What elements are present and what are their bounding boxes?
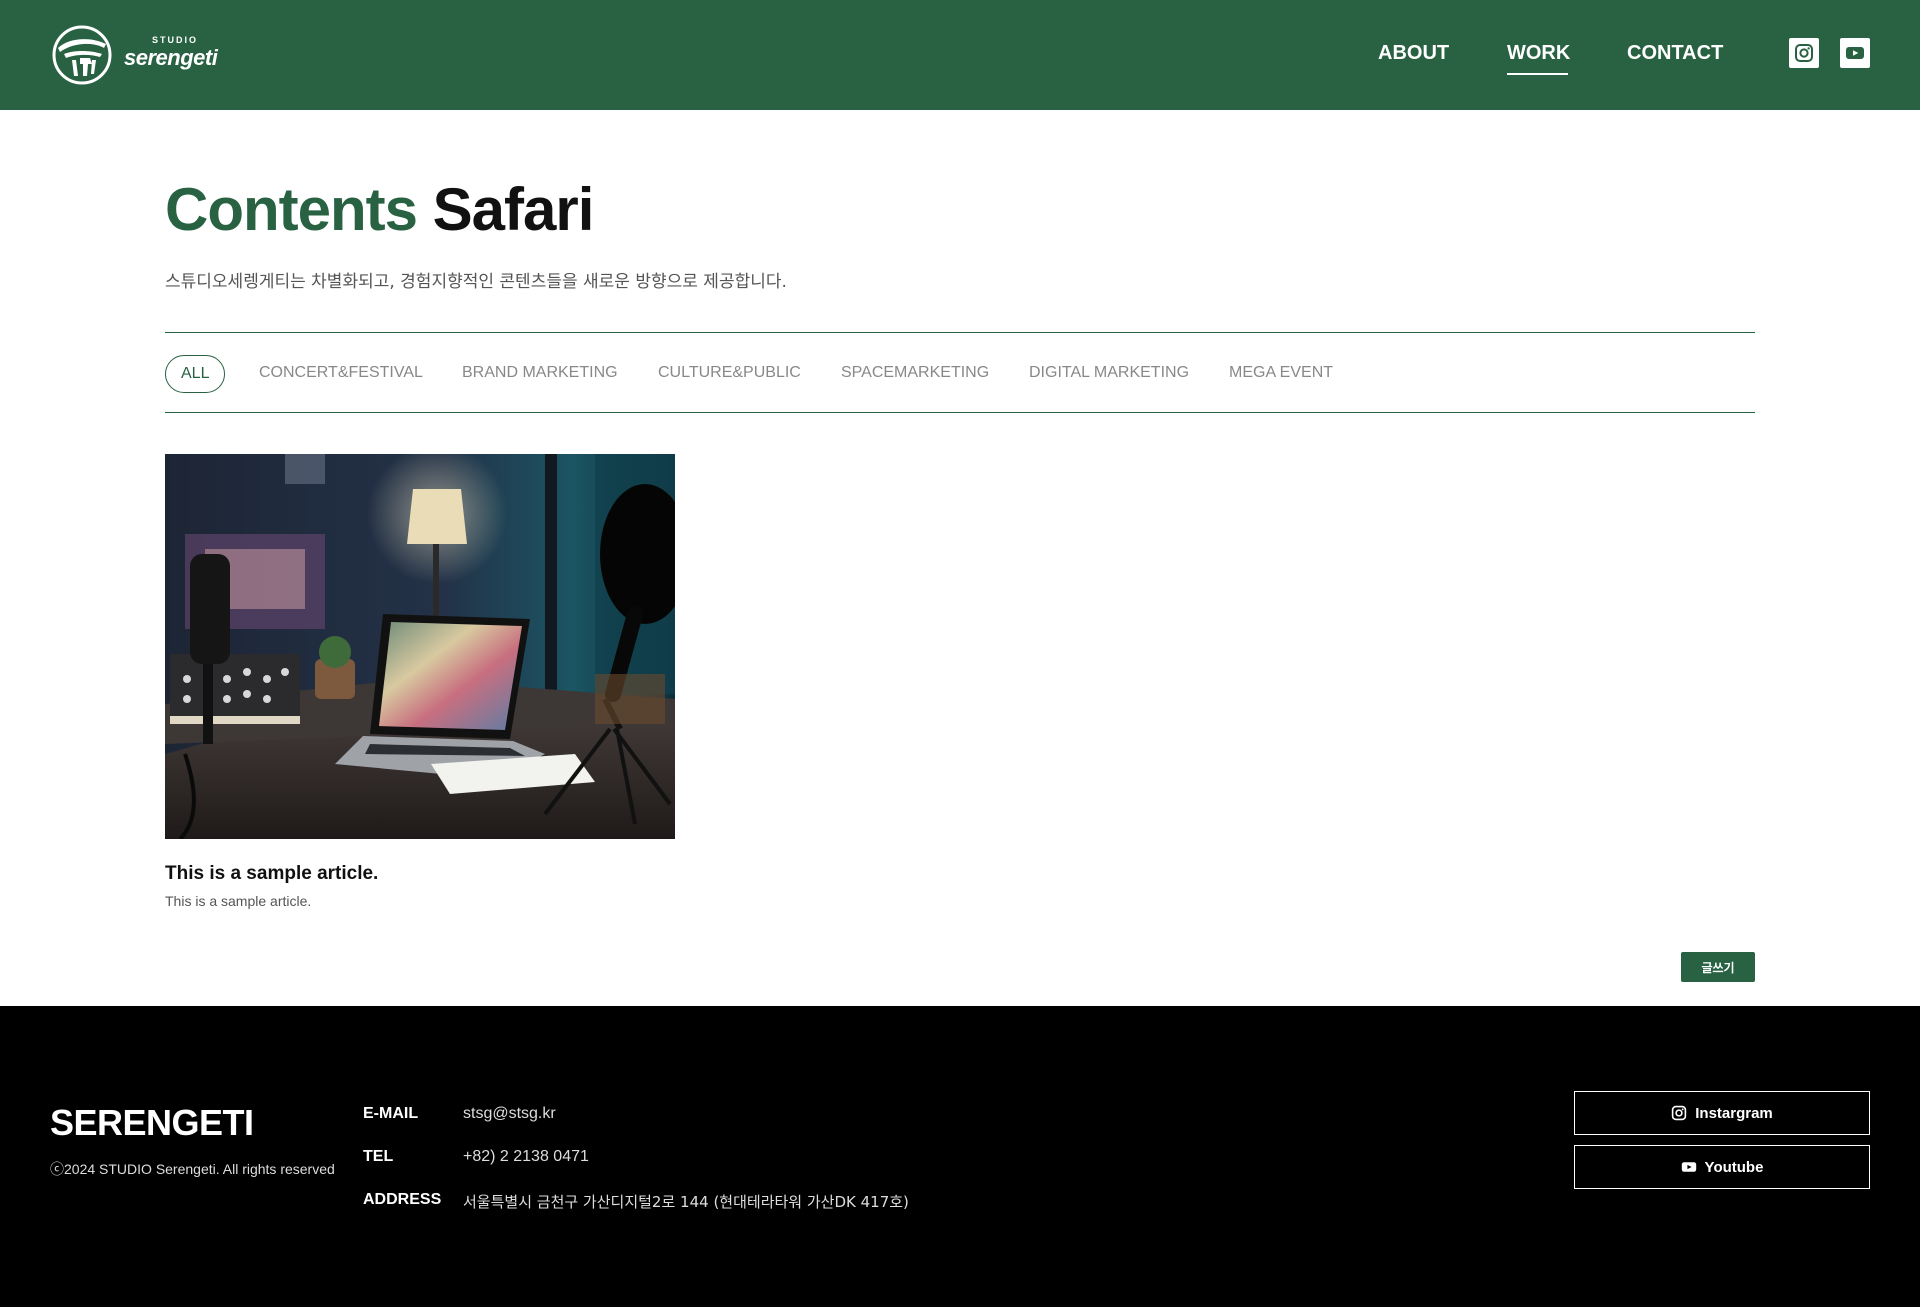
nav-about[interactable]: ABOUT [1378, 42, 1449, 65]
site-footer: SERENGETI ⓒ2024 STUDIO Serengeti. All ri… [0, 1006, 1920, 1307]
header-youtube-link[interactable] [1840, 38, 1870, 68]
filter-divider-top [165, 332, 1755, 333]
footer-email-value[interactable]: stsg@stsg.kr [463, 1105, 556, 1123]
footer-instagram-label: Instargram [1695, 1104, 1773, 1122]
instagram-icon [1672, 1105, 1687, 1121]
logo-name-text: serengeti [124, 45, 218, 70]
nav-active-underline [1507, 73, 1568, 75]
article-description: This is a sample article. [165, 893, 312, 909]
site-header: STUDIO serengeti ABOUT WORK CONTACT [0, 0, 1920, 110]
footer-tel-label: TEL [363, 1148, 394, 1165]
footer-youtube-label: Youtube [1704, 1158, 1764, 1176]
footer-email-label: E-MAIL [363, 1105, 419, 1122]
page-title-part2: Safari [432, 176, 595, 243]
filter-divider-bottom [165, 412, 1755, 413]
youtube-icon [1681, 1162, 1696, 1172]
youtube-icon [1846, 47, 1864, 59]
instagram-icon [1795, 44, 1813, 62]
filter-digital-marketing[interactable]: DIGITAL MARKETING [1029, 355, 1189, 393]
filter-concert-festival[interactable]: CONCERT&FESTIVAL [259, 355, 423, 393]
footer-address-label: ADDRESS [363, 1191, 442, 1208]
page-title: Contents Safari [165, 175, 595, 244]
filter-spacemarketing[interactable]: SPACEMARKETING [841, 355, 989, 393]
serengeti-logo-icon [52, 25, 112, 85]
write-post-button[interactable]: 글쓰기 [1681, 952, 1755, 982]
footer-instagram-button[interactable]: Instargram [1574, 1091, 1870, 1135]
footer-brand: SERENGETI [50, 1102, 254, 1143]
filter-mega-event[interactable]: MEGA EVENT [1229, 355, 1333, 393]
footer-copyright: ⓒ2024 STUDIO Serengeti. All rights reser… [50, 1161, 335, 1177]
footer-tel-value: +82) 2 2138 0471 [463, 1148, 589, 1165]
footer-address-value: 서울특별시 금천구 가산디지털2로 144 (현대테라타워 가산DK 417호) [463, 1193, 909, 1211]
nav-contact[interactable]: CONTACT [1627, 42, 1723, 65]
logo-text: STUDIO serengeti [124, 35, 234, 75]
article-title[interactable]: This is a sample article. [165, 863, 378, 885]
footer-youtube-button[interactable]: Youtube [1574, 1145, 1870, 1189]
page-subtitle: 스튜디오세렝게티는 차별화되고, 경험지향적인 콘텐츠들을 새로운 방향으로 제… [165, 272, 787, 292]
article-thumbnail [165, 454, 675, 839]
filter-brand-marketing[interactable]: BRAND MARKETING [462, 355, 618, 393]
header-instagram-link[interactable] [1789, 38, 1819, 68]
article-card[interactable]: This is a sample article. This is a samp… [165, 454, 675, 909]
logo-small-text: STUDIO [152, 35, 199, 45]
filter-all[interactable]: ALL [165, 355, 226, 393]
nav-work[interactable]: WORK [1507, 42, 1570, 65]
logo[interactable]: STUDIO serengeti [50, 24, 234, 86]
page-title-part1: Contents [165, 176, 418, 243]
filter-culture-public[interactable]: CULTURE&PUBLIC [658, 355, 801, 393]
